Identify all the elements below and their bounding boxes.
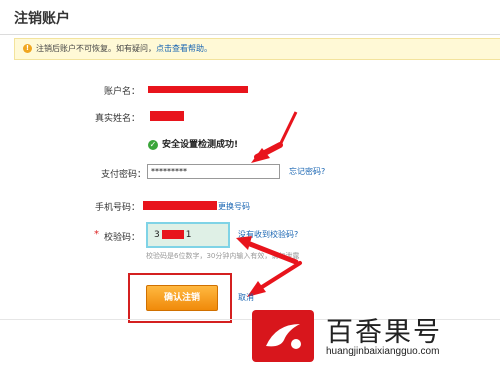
confirm-cancel-account-button[interactable]: 确认注销 <box>146 285 218 311</box>
passion-fruit-logo-icon <box>266 324 301 349</box>
watermark-url: huangjinbaixiangguo.com <box>326 346 440 357</box>
arrow-to-password-icon <box>251 111 298 163</box>
watermark-logo-icon <box>252 310 314 362</box>
arrow-to-button-icon <box>247 261 302 297</box>
arrow-to-code-icon <box>236 236 299 265</box>
watermark-title: 百香果号 <box>326 317 442 348</box>
cancel-link[interactable]: 取消 <box>238 292 254 303</box>
